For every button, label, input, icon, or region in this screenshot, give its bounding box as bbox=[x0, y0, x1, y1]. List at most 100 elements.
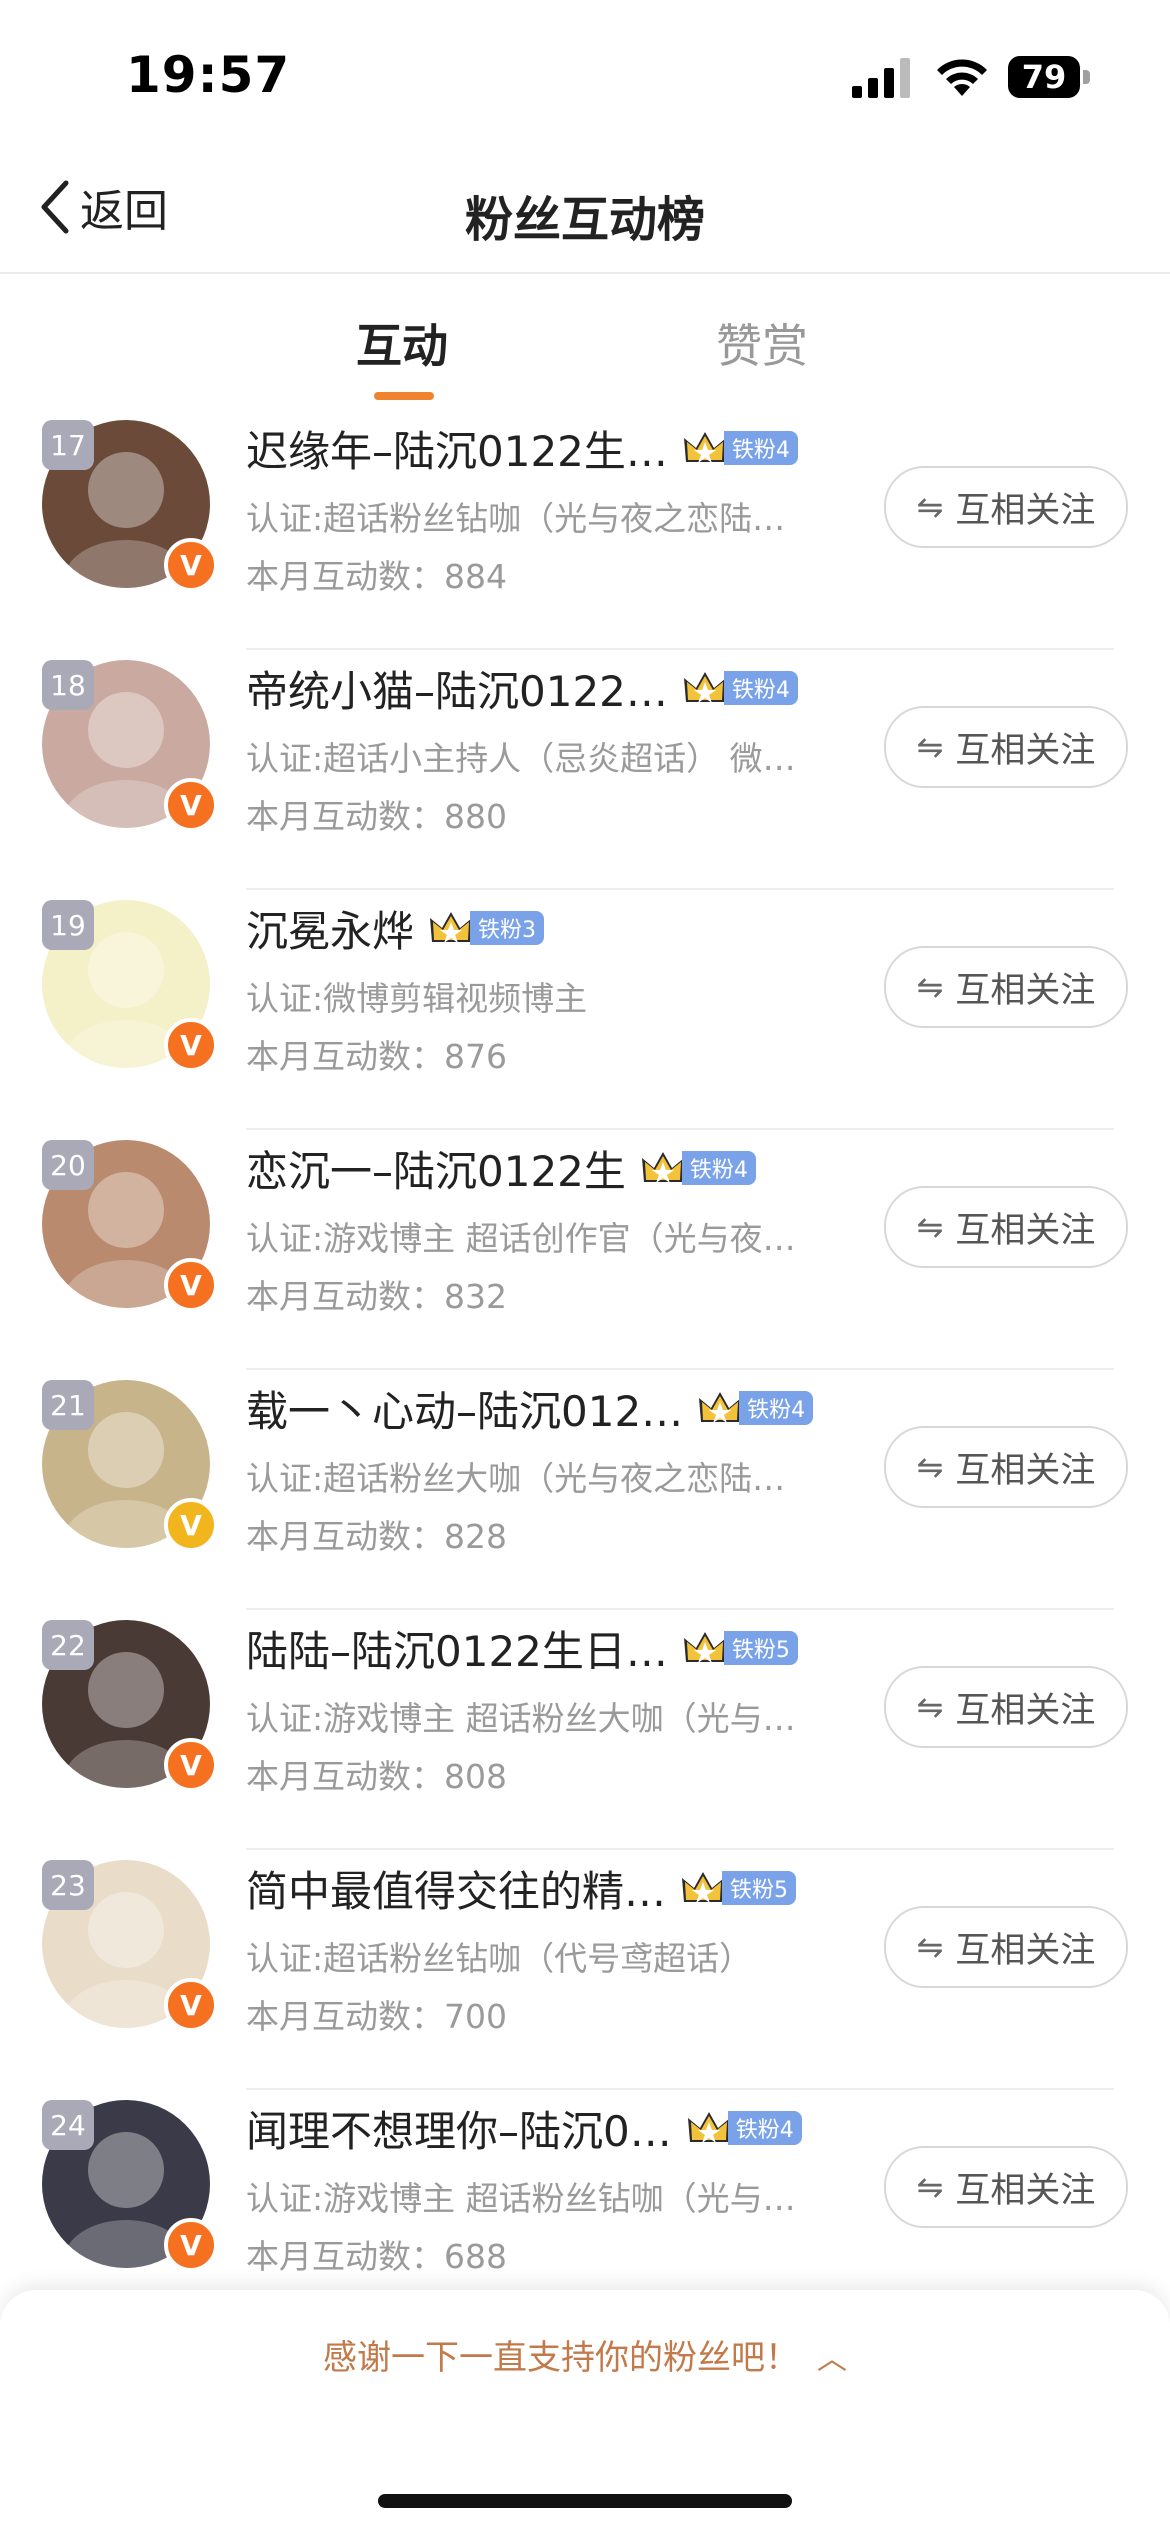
verified-v-icon: V bbox=[164, 1738, 218, 1792]
fan-level-badge: 铁粉4 bbox=[682, 428, 798, 468]
avatar-face bbox=[88, 692, 164, 768]
fan-level-label: 铁粉5 bbox=[722, 1871, 797, 1905]
verified-v-icon: V bbox=[164, 2218, 218, 2272]
swap-arrows-icon: ⇋ bbox=[916, 1688, 944, 1726]
avatar-face bbox=[88, 1412, 164, 1488]
interaction-count: 本月互动数：884 bbox=[246, 557, 507, 596]
crown-icon bbox=[683, 432, 726, 463]
verified-v-icon: V bbox=[164, 538, 218, 592]
name-line: 简中最值得交往的精… 铁粉5 bbox=[246, 1854, 797, 1922]
swap-arrows-icon: ⇋ bbox=[916, 968, 944, 1006]
interaction-count: 本月互动数：688 bbox=[246, 2237, 507, 2276]
mutual-follow-button[interactable]: ⇋ 互相关注 bbox=[884, 946, 1128, 1028]
fan-level-label: 铁粉4 bbox=[723, 671, 798, 705]
avatar-face bbox=[88, 1652, 164, 1728]
rank-badge: 21 bbox=[42, 1380, 94, 1430]
swap-arrows-icon: ⇋ bbox=[916, 488, 944, 526]
tab-reward[interactable]: 赞赏 bbox=[716, 310, 808, 376]
name-line: 闻理不想理你–陆沉0… 铁粉4 bbox=[246, 2094, 802, 2162]
rank-badge: 20 bbox=[42, 1140, 94, 1190]
certification-text: 认证:超话小主持人（忌炎超话） 微… bbox=[246, 739, 796, 778]
mutual-follow-button[interactable]: ⇋ 互相关注 bbox=[884, 2146, 1128, 2228]
certification-text: 认证:游戏博主 超话创作官（光与夜… bbox=[246, 1219, 796, 1258]
list-item[interactable]: 22 V 陆陆–陆沉0122生日… 铁粉5 认证:游戏博主 超话粉丝大咖（光与…… bbox=[0, 1610, 1170, 1850]
fan-level-badge: 铁粉4 bbox=[640, 1148, 756, 1188]
interaction-count: 本月互动数：876 bbox=[246, 1037, 507, 1076]
fan-level-badge: 铁粉4 bbox=[697, 1388, 814, 1428]
list-item[interactable]: 21 V 载一丶心动–陆沉012… 铁粉4 认证:超话粉丝大咖（光与夜之恋陆… … bbox=[0, 1370, 1170, 1610]
certification-text: 认证:超话粉丝钻咖（光与夜之恋陆… bbox=[246, 499, 786, 538]
fan-name[interactable]: 简中最值得交往的精… bbox=[246, 1858, 666, 1919]
interaction-count: 本月互动数：828 bbox=[246, 1517, 507, 1556]
mutual-follow-button[interactable]: ⇋ 互相关注 bbox=[884, 706, 1128, 788]
mutual-follow-button[interactable]: ⇋ 互相关注 bbox=[884, 1426, 1128, 1508]
mutual-follow-button[interactable]: ⇋ 互相关注 bbox=[884, 1666, 1128, 1748]
page-title: 粉丝互动榜 bbox=[464, 192, 705, 248]
rank-badge: 23 bbox=[42, 1860, 94, 1910]
mutual-follow-button[interactable]: ⇋ 互相关注 bbox=[884, 1186, 1128, 1268]
interaction-count: 本月互动数：880 bbox=[246, 797, 507, 836]
verified-v-icon: V bbox=[164, 1978, 218, 2032]
crown-icon bbox=[683, 1632, 726, 1663]
follow-label: 互相关注 bbox=[955, 730, 1096, 771]
fan-name[interactable]: 帝统小猫–陆沉0122… bbox=[246, 658, 668, 719]
home-indicator bbox=[378, 2494, 792, 2508]
list-item[interactable]: 17 V 迟缘年–陆沉0122生… 铁粉4 认证:超话粉丝钻咖（光与夜之恋陆… … bbox=[0, 410, 1170, 650]
fan-list: 17 V 迟缘年–陆沉0122生… 铁粉4 认证:超话粉丝钻咖（光与夜之恋陆… … bbox=[0, 410, 1170, 2330]
list-item[interactable]: 19 V 沉冕永烨 铁粉3 认证:微博剪辑视频博主 本月互动数：876 ⇋ 互相… bbox=[0, 890, 1170, 1130]
follow-label: 互相关注 bbox=[955, 2170, 1096, 2211]
follow-label: 互相关注 bbox=[955, 1210, 1096, 1251]
fan-level-label: 铁粉3 bbox=[470, 911, 545, 945]
name-line: 迟缘年–陆沉0122生… 铁粉4 bbox=[246, 414, 798, 482]
crown-icon bbox=[682, 1872, 725, 1903]
certification-text: 认证:游戏博主 超话粉丝大咖（光与… bbox=[246, 1699, 796, 1738]
mutual-follow-button[interactable]: ⇋ 互相关注 bbox=[884, 466, 1128, 548]
certification-text: 认证:游戏博主 超话粉丝钻咖（光与… bbox=[246, 2179, 796, 2218]
follow-label: 互相关注 bbox=[955, 1690, 1096, 1731]
fan-name[interactable]: 载一丶心动–陆沉012… bbox=[246, 1378, 683, 1439]
fan-name[interactable]: 恋沉一–陆沉0122生 bbox=[246, 1138, 626, 1199]
fan-level-label: 铁粉4 bbox=[681, 1151, 756, 1185]
name-line: 载一丶心动–陆沉012… 铁粉4 bbox=[246, 1374, 814, 1442]
interaction-count: 本月互动数：700 bbox=[246, 1997, 507, 2036]
crown-icon bbox=[687, 2112, 730, 2143]
cellular-signal-icon bbox=[852, 58, 910, 98]
tab-interaction[interactable]: 互动 bbox=[356, 310, 448, 376]
rank-badge: 18 bbox=[42, 660, 94, 710]
fan-level-badge: 铁粉4 bbox=[686, 2108, 802, 2148]
follow-label: 互相关注 bbox=[955, 1930, 1096, 1971]
certification-text: 认证:超话粉丝大咖（光与夜之恋陆… bbox=[246, 1459, 786, 1498]
rank-badge: 22 bbox=[42, 1620, 94, 1670]
fan-level-badge: 铁粉5 bbox=[680, 1868, 797, 1908]
interaction-count: 本月互动数：832 bbox=[246, 1277, 507, 1316]
fan-name[interactable]: 沉冕永烨 bbox=[246, 898, 414, 959]
avatar-face bbox=[88, 2132, 164, 2208]
battery-icon: 79 bbox=[1008, 56, 1090, 100]
wifi-icon bbox=[937, 59, 987, 96]
fan-name[interactable]: 陆陆–陆沉0122生日… bbox=[246, 1618, 668, 1679]
follow-label: 互相关注 bbox=[955, 1450, 1096, 1491]
crown-icon bbox=[430, 912, 473, 943]
swap-arrows-icon: ⇋ bbox=[916, 1928, 944, 1966]
avatar-face bbox=[88, 452, 164, 528]
interaction-count: 本月互动数：808 bbox=[246, 1757, 507, 1796]
verified-v-icon: V bbox=[164, 778, 218, 832]
tab-bar: 互动 赞赏 bbox=[0, 300, 1170, 400]
fan-level-label: 铁粉4 bbox=[739, 1391, 814, 1425]
list-item[interactable]: 18 V 帝统小猫–陆沉0122… 铁粉4 认证:超话小主持人（忌炎超话） 微…… bbox=[0, 650, 1170, 890]
fan-level-label: 铁粉5 bbox=[723, 1631, 798, 1665]
avatar-face bbox=[88, 932, 164, 1008]
chevron-up-icon: ︿ bbox=[817, 2342, 847, 2377]
mutual-follow-button[interactable]: ⇋ 互相关注 bbox=[884, 1906, 1128, 1988]
nav-bar: 返回 粉丝互动榜 bbox=[0, 150, 1170, 274]
fan-level-label: 铁粉4 bbox=[723, 431, 798, 465]
name-line: 帝统小猫–陆沉0122… 铁粉4 bbox=[246, 654, 798, 722]
thanks-prompt[interactable]: 感谢一下一直支持你的粉丝吧！ ︿ bbox=[0, 2330, 1170, 2379]
list-item[interactable]: 23 V 简中最值得交往的精… 铁粉5 认证:超话粉丝钻咖（代号鸢超话） 本月互… bbox=[0, 1850, 1170, 2090]
swap-arrows-icon: ⇋ bbox=[916, 1208, 944, 1246]
fan-name[interactable]: 闻理不想理你–陆沉0… bbox=[246, 2098, 672, 2159]
verified-v-icon: V bbox=[164, 1258, 218, 1312]
list-item[interactable]: 20 V 恋沉一–陆沉0122生 铁粉4 认证:游戏博主 超话创作官（光与夜… … bbox=[0, 1130, 1170, 1370]
fan-name[interactable]: 迟缘年–陆沉0122生… bbox=[246, 418, 668, 479]
swap-arrows-icon: ⇋ bbox=[916, 2168, 944, 2206]
